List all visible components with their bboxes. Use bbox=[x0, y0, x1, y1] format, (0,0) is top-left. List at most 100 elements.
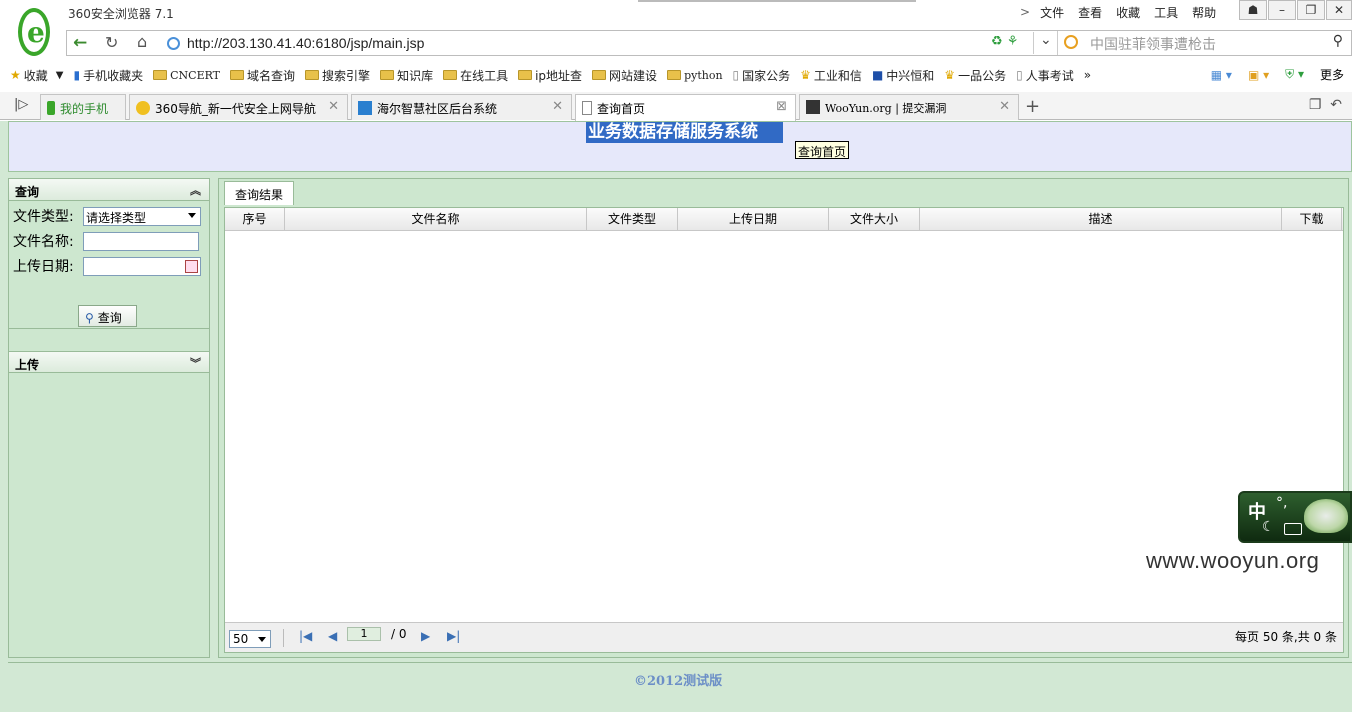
tab-close-icon[interactable]: ✕ bbox=[328, 99, 339, 114]
ime-punct[interactable]: °, bbox=[1276, 495, 1287, 511]
security-guard-icon[interactable]: ⛨ ▾ bbox=[1285, 67, 1304, 82]
tab-my-phone[interactable]: 我的手机 bbox=[40, 94, 126, 120]
column-header-file-type[interactable]: 文件类型 bbox=[587, 208, 678, 231]
next-page-icon[interactable]: ▶ bbox=[421, 629, 430, 643]
bookmark-overflow-icon[interactable]: » bbox=[1084, 68, 1091, 82]
upload-date-input[interactable] bbox=[83, 256, 201, 276]
column-header-upload-date[interactable]: 上传日期 bbox=[678, 208, 829, 231]
page-size-select[interactable]: 50 bbox=[229, 630, 271, 648]
bookmark-civil[interactable]: ▯ 国家公务 bbox=[733, 67, 791, 84]
folder-icon bbox=[153, 70, 168, 80]
column-header-index[interactable]: 序号 bbox=[225, 208, 285, 231]
skin-icon[interactable]: ☗ bbox=[1239, 0, 1267, 20]
tab-close-icon[interactable]: ✕ bbox=[552, 99, 563, 114]
pagination-bar: 50 |◀ ◀ 1 / 0 ▶ ▶| 每页 50 条,共 0 条 bbox=[225, 622, 1343, 652]
bookmark-domain[interactable]: 域名查询 bbox=[230, 67, 295, 84]
column-header-file-name[interactable]: 文件名称 bbox=[285, 208, 587, 231]
calendar-icon[interactable] bbox=[185, 259, 198, 273]
menu-view[interactable]: 查看 bbox=[1078, 4, 1102, 21]
pager-info: 每页 50 条,共 0 条 bbox=[1235, 630, 1337, 644]
bookmark-zhongxing[interactable]: ■ 中兴恒和 bbox=[872, 67, 934, 84]
ime-toolbar[interactable]: 中 °, ☾ bbox=[1238, 491, 1352, 543]
bookmark-knowledge[interactable]: 知识库 bbox=[380, 67, 433, 84]
back-arrow-icon[interactable]: ← bbox=[73, 33, 87, 53]
tab-tools-icon[interactable]: ❐ ↶ bbox=[1309, 97, 1342, 113]
close-window-icon[interactable]: ✕ bbox=[1326, 0, 1352, 20]
web-page: 业务数据存储服务系统 查询首页 查询 ︽ 文件类型: 请选择类型 文件名称: 上… bbox=[0, 121, 1352, 712]
360-icon bbox=[136, 101, 150, 115]
column-header-description[interactable]: 描述 bbox=[920, 208, 1282, 231]
file-type-select[interactable]: 请选择类型 bbox=[83, 206, 201, 226]
new-tab-icon[interactable]: + bbox=[1025, 96, 1040, 117]
keyboard-icon[interactable] bbox=[1284, 523, 1302, 535]
file-name-label: 文件名称: bbox=[13, 234, 74, 250]
bookmark-search[interactable]: 搜索引擎 bbox=[305, 67, 370, 84]
expand-down-icon[interactable]: ︾ bbox=[190, 355, 201, 371]
tab-close-icon[interactable]: ⊠ bbox=[776, 99, 787, 114]
tabs-bar: |▷ 我的手机 360导航_新一代安全上网导航 ✕ 海尔智慧社区后台系统 ✕ 查询首… bbox=[0, 92, 1352, 121]
bookmark-python[interactable]: python bbox=[667, 69, 723, 82]
security-shield-icon[interactable]: ♻ ⚘ bbox=[991, 34, 1018, 49]
search-icon[interactable]: ⚲ bbox=[1333, 33, 1343, 49]
bookmark-hr-exam[interactable]: ▯ 人事考试 bbox=[1016, 67, 1074, 84]
home-icon[interactable]: ⌂ bbox=[137, 32, 147, 51]
bookmark-yipin[interactable]: ♛ 一品公务 bbox=[944, 67, 1006, 84]
moon-icon[interactable]: ☾ bbox=[1262, 519, 1275, 535]
file-name-input[interactable] bbox=[83, 231, 199, 251]
extension-icon[interactable]: ▣ ▾ bbox=[1248, 68, 1269, 82]
bookmark-mobile[interactable]: ▮ 手机收藏夹 bbox=[73, 67, 143, 84]
menu-tools[interactable]: 工具 bbox=[1154, 4, 1178, 21]
site-title: 业务数据存储服务系统 bbox=[586, 122, 783, 143]
prev-page-icon[interactable]: ◀ bbox=[328, 629, 337, 643]
bookmark-favorites[interactable]: ★ 收藏 ▼ bbox=[10, 67, 63, 84]
search-box[interactable]: 中国驻菲领事遭枪击 ⚲ bbox=[1057, 31, 1352, 55]
menu-help[interactable]: 帮助 bbox=[1192, 4, 1216, 21]
query-button[interactable]: ⚲ 查询 bbox=[78, 305, 137, 327]
tab-query-results[interactable]: 查询结果 bbox=[224, 181, 295, 205]
bookmarks-bar: ★ 收藏 ▼ ▮ 手机收藏夹 CNCERT 域名查询 搜索引擎 知识库 在线工具 ip… bbox=[0, 62, 1352, 88]
title-accent bbox=[638, 0, 916, 2]
tab-haier[interactable]: 海尔智慧社区后台系统 ✕ bbox=[351, 94, 572, 120]
url-dropdown-icon[interactable]: ⌄ bbox=[1033, 32, 1052, 54]
bookmark-online-tools[interactable]: 在线工具 bbox=[443, 67, 508, 84]
apps-icon[interactable]: ▦ ▾ bbox=[1211, 68, 1232, 82]
sidebar-toggle-icon[interactable]: |▷ bbox=[14, 97, 28, 112]
dropdown-arrow-icon[interactable] bbox=[188, 212, 196, 218]
tab-360-nav[interactable]: 360导航_新一代安全上网导航 ✕ bbox=[129, 94, 348, 120]
collapse-up-icon[interactable]: ︽ bbox=[190, 182, 201, 198]
upload-panel-title: 上传 bbox=[15, 358, 40, 372]
menu-favorites[interactable]: 收藏 bbox=[1116, 4, 1140, 21]
current-page-input[interactable]: 1 bbox=[347, 627, 381, 641]
tab-close-icon[interactable]: ✕ bbox=[999, 99, 1010, 114]
file-type-row: 文件类型: 请选择类型 bbox=[13, 206, 201, 226]
minimize-icon[interactable]: – bbox=[1268, 0, 1296, 20]
bookmark-miit[interactable]: ♛ 工业和信 bbox=[800, 67, 862, 84]
search-engine-icon[interactable] bbox=[1064, 35, 1078, 49]
query-panel-header[interactable]: 查询 ︽ bbox=[9, 179, 209, 201]
bookmark-ip[interactable]: ip地址查 bbox=[518, 67, 582, 84]
first-page-icon[interactable]: |◀ bbox=[299, 629, 312, 643]
dropdown-arrow-icon[interactable] bbox=[258, 637, 266, 642]
reload-icon[interactable]: ↻ bbox=[105, 33, 118, 52]
folder-icon bbox=[230, 70, 245, 80]
bookmark-cncert[interactable]: CNCERT bbox=[153, 69, 220, 82]
column-header-file-size[interactable]: 文件大小 bbox=[829, 208, 920, 231]
maximize-icon[interactable]: ❐ bbox=[1297, 0, 1325, 20]
more-button[interactable]: 更多 bbox=[1320, 66, 1344, 83]
tab-wooyun[interactable]: WooYun.org | 提交漏洞 ✕ bbox=[799, 94, 1019, 120]
center-panel: 查询结果 序号 文件名称 文件类型 上传日期 文件大小 描述 下载 50 |◀ … bbox=[218, 178, 1349, 658]
menu-chevron-icon[interactable]: > bbox=[1020, 5, 1030, 19]
grid-header: 序号 文件名称 文件类型 上传日期 文件大小 描述 下载 bbox=[225, 208, 1343, 231]
last-page-icon[interactable]: ▶| bbox=[447, 629, 460, 643]
column-header-download[interactable]: 下载 bbox=[1282, 208, 1342, 231]
folder-icon bbox=[592, 70, 607, 80]
pager-separator bbox=[283, 629, 284, 647]
tab-query-home[interactable]: 查询首页 ⊠ bbox=[575, 94, 796, 121]
upload-panel-header[interactable]: 上传 ︾ bbox=[9, 351, 209, 373]
browser-menu: > 文件 查看 收藏 工具 帮助 bbox=[1020, 3, 1230, 21]
page-globe-icon bbox=[167, 37, 180, 50]
url-input[interactable]: http://203.130.41.40:6180/jsp/main.jsp bbox=[187, 35, 424, 51]
search-input[interactable]: 中国驻菲领事遭枪击 bbox=[1090, 34, 1216, 54]
menu-file[interactable]: 文件 bbox=[1040, 4, 1064, 21]
bookmark-webdev[interactable]: 网站建设 bbox=[592, 67, 657, 84]
